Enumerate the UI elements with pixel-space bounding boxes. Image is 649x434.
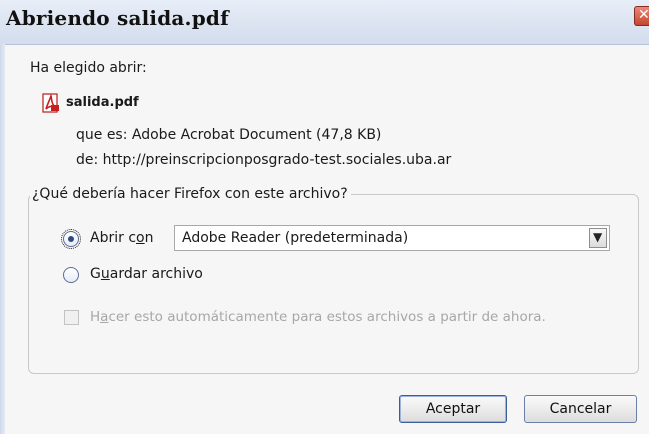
auto-action-label-suffix: cer esto automáticamente para estos arch… — [108, 309, 546, 325]
action-groupbox — [28, 194, 639, 374]
save-file-radio[interactable] — [63, 267, 79, 283]
open-with-label[interactable]: Abrir con — [90, 230, 153, 246]
accept-button[interactable]: Aceptar — [399, 395, 507, 423]
save-file-label[interactable]: Guardar archivo — [90, 266, 203, 282]
cancel-button[interactable]: Cancelar — [524, 395, 637, 423]
title-bar[interactable]: Abriendo salida.pdf ✕ — [0, 0, 649, 45]
pdf-file-icon — [42, 93, 59, 113]
intro-label: Ha elegido abrir: — [30, 60, 147, 76]
application-select-value: Adobe Reader (predeterminada) — [182, 230, 409, 246]
auto-action-label-prefix: H — [90, 309, 101, 325]
file-name: salida.pdf — [66, 95, 139, 110]
source-url-line: de: http://preinscripcionposgrado-test.s… — [76, 152, 452, 168]
action-group-legend: ¿Qué debería hacer Firefox con este arch… — [30, 186, 351, 202]
chevron-down-icon: ▼ — [593, 230, 603, 244]
open-with-accel-key: o — [136, 230, 145, 246]
auto-action-label[interactable]: Hacer esto automáticamente para estos ar… — [90, 309, 546, 325]
close-button[interactable]: ✕ — [634, 6, 649, 26]
open-with-radio[interactable] — [61, 229, 81, 249]
save-file-accel-key: u — [100, 266, 110, 282]
save-file-label-suffix: ardar archivo — [109, 266, 203, 282]
file-type-line: que es: Adobe Acrobat Document (47,8 KB) — [76, 127, 382, 143]
auto-action-checkbox[interactable] — [64, 310, 79, 325]
window-frame-edge — [0, 44, 5, 434]
dropdown-button[interactable]: ▼ — [589, 228, 607, 248]
open-with-label-suffix: n — [144, 230, 154, 246]
window-title: Abriendo salida.pdf — [6, 6, 229, 30]
application-select[interactable]: Adobe Reader (predeterminada) ▼ — [174, 225, 610, 251]
open-with-label-prefix: Abrir c — [90, 230, 137, 246]
save-file-label-prefix: G — [90, 266, 101, 282]
close-icon: ✕ — [638, 7, 649, 23]
download-dialog: Abriendo salida.pdf ✕ Ha elegido abrir: … — [0, 0, 649, 434]
